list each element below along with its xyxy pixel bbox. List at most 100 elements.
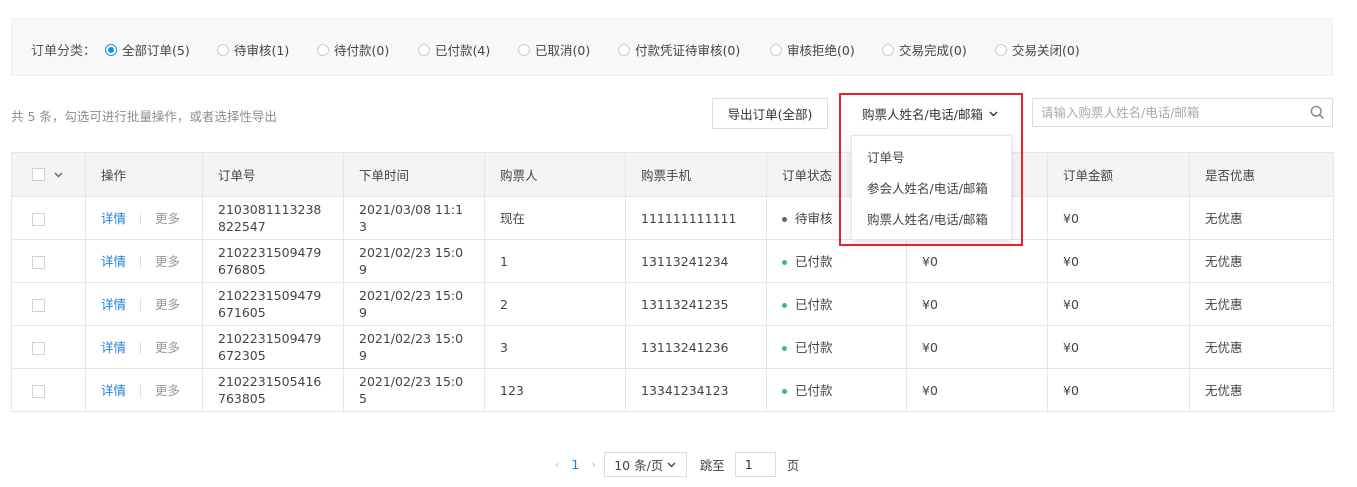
table-row: 详情 更多 2102231509479671605 2021/02/23 15:09 2… [11, 282, 1334, 326]
order-no-cell: 2103081113238822547 [202, 196, 344, 240]
buyer-phone: 111111111111 [641, 210, 737, 226]
filter-radio-label: 交易关闭(0) [1012, 43, 1080, 58]
buyer-phone: 13113241235 [641, 296, 729, 312]
order-no-cell: 2102231509479676805 [202, 239, 344, 283]
order-filter-bar: 订单分类： 全部订单(5) 待审核(1) 待付款(0) 已付款(4) 已取消(0… [11, 18, 1333, 76]
filter-radio-label: 已取消(0) [535, 43, 591, 58]
radio-circle-icon [217, 43, 229, 56]
detail-link[interactable]: 详情 [101, 297, 126, 312]
row-select-cell [11, 196, 86, 240]
select-all-checkbox[interactable] [32, 168, 45, 181]
amount-cell: ¥0 [1047, 368, 1190, 412]
row-actions-cell: 详情 更多 [85, 368, 203, 412]
filter-radio-completed[interactable]: 交易完成(0) [882, 40, 967, 59]
more-link[interactable]: 更多 [155, 297, 180, 312]
dropdown-option-buyer[interactable]: 购票人姓名/电话/邮箱 [852, 206, 1011, 237]
column-header-order-amount: 订单金额 [1047, 152, 1190, 197]
detail-link[interactable]: 详情 [101, 340, 126, 355]
row-checkbox[interactable] [32, 298, 45, 312]
row-checkbox[interactable] [32, 341, 45, 355]
page-unit-label: 页 [786, 458, 800, 473]
order-status: 已付款 [795, 296, 833, 312]
jump-page-input[interactable] [734, 452, 776, 477]
discount-cell: 无优惠 [1189, 325, 1334, 369]
next-page-button[interactable]: › [591, 458, 595, 471]
order-no-cell: 2102231509479672305 [202, 325, 344, 369]
buyer-cell: 1 [484, 239, 626, 283]
row-actions-cell: 详情 更多 [85, 239, 203, 283]
order-time: 2021/02/23 15:05 [359, 374, 464, 406]
order-status: 待审核 [795, 210, 833, 226]
filter-radio-cancelled[interactable]: 已取消(0) [518, 40, 590, 59]
filter-radio-all[interactable]: 全部订单(5) [105, 40, 190, 59]
filter-radio-pending-payment[interactable]: 待付款(0) [317, 40, 389, 59]
filter-radio-voucher-review[interactable]: 付款凭证待审核(0) [618, 40, 740, 59]
orders-table: 操作 订单号 下单时间 购票人 购票手机 订单状态 订单金额 是否优惠 详情 更多… [11, 152, 1334, 412]
filter-radio-closed[interactable]: 交易关闭(0) [995, 40, 1080, 59]
table-row: 详情 更多 2102231505416763805 2021/02/23 15:05 1… [11, 368, 1334, 412]
order-time: 2021/02/23 15:09 [359, 331, 464, 363]
search-icon[interactable] [1302, 105, 1332, 120]
search-field-select[interactable]: 购票人姓名/电话/邮箱 [842, 98, 1018, 129]
row-actions-cell: 详情 更多 [85, 282, 203, 326]
phone-cell: 13113241236 [625, 325, 767, 369]
buyer-name: 现在 [500, 210, 526, 226]
discount-cell: 无优惠 [1189, 196, 1334, 240]
export-orders-button[interactable]: 导出订单(全部) [712, 98, 828, 129]
filter-radio-rejected[interactable]: 审核拒绝(0) [770, 40, 855, 59]
more-link[interactable]: 更多 [155, 254, 180, 269]
radio-circle-icon [618, 43, 630, 56]
prev-page-button[interactable]: ‹ [555, 458, 559, 471]
filter-radio-paid[interactable]: 已付款(4) [418, 40, 490, 59]
status-cell: 已付款 [766, 282, 907, 326]
dropdown-option-attendee[interactable]: 参会人姓名/电话/邮箱 [852, 175, 1011, 206]
order-amount: ¥0 [1063, 382, 1079, 398]
order-time-cell: 2021/02/23 15:09 [343, 239, 485, 283]
more-link[interactable]: 更多 [155, 383, 180, 398]
filter-radio-label: 待审核(1) [234, 43, 290, 58]
discount-status: 无优惠 [1205, 296, 1243, 312]
filter-label: 订单分类： [31, 44, 97, 59]
discount-status: 无优惠 [1205, 339, 1243, 355]
search-box [1032, 98, 1333, 127]
buyer-name: 1 [500, 253, 508, 269]
dropdown-option-order-no[interactable]: 订单号 [852, 144, 1011, 175]
buyer-phone: 13113241234 [641, 253, 729, 269]
table-header-row: 操作 订单号 下单时间 购票人 购票手机 订单状态 订单金额 是否优惠 [11, 152, 1334, 197]
discount-cell: 无优惠 [1189, 239, 1334, 283]
table-row: 详情 更多 2103081113238822547 2021/03/08 11:13 现… [11, 196, 1334, 240]
pagination: ‹ 1 › 10 条/页 跳至 页 [555, 452, 799, 477]
buyer-cell: 3 [484, 325, 626, 369]
filter-radio-label: 交易完成(0) [899, 43, 967, 58]
page-number-current[interactable]: 1 [571, 457, 579, 472]
radio-circle-icon [882, 43, 894, 56]
paid-amount: ¥0 [922, 253, 938, 269]
more-link[interactable]: 更多 [155, 340, 180, 355]
more-link[interactable]: 更多 [155, 211, 180, 226]
result-summary: 共 5 条，勾选可进行批量操作，或者选择性导出 [11, 109, 277, 124]
search-input[interactable] [1033, 99, 1302, 126]
order-no: 2102231509479672305 [218, 331, 322, 363]
paid-amount: ¥0 [922, 296, 938, 312]
row-checkbox[interactable] [32, 255, 45, 269]
jump-label: 跳至 [699, 458, 725, 473]
radio-circle-icon [105, 43, 117, 56]
amount-cell: ¥0 [1047, 239, 1190, 283]
filter-radio-label: 审核拒绝(0) [787, 43, 855, 58]
order-no-cell: 2102231505416763805 [202, 368, 344, 412]
order-time: 2021/02/23 15:09 [359, 245, 464, 277]
row-checkbox[interactable] [32, 384, 45, 398]
discount-status: 无优惠 [1205, 253, 1243, 269]
status-dot-icon [782, 259, 787, 265]
filter-radio-pending-review[interactable]: 待审核(1) [217, 40, 289, 59]
page-size-select[interactable]: 10 条/页 [603, 452, 687, 477]
buyer-cell: 2 [484, 282, 626, 326]
chevron-down-icon[interactable] [54, 172, 63, 178]
order-status: 已付款 [795, 253, 833, 269]
detail-link[interactable]: 详情 [101, 211, 126, 226]
order-amount: ¥0 [1063, 296, 1079, 312]
detail-link[interactable]: 详情 [101, 383, 126, 398]
row-checkbox[interactable] [32, 212, 45, 226]
filter-radio-label: 付款凭证待审核(0) [635, 43, 741, 58]
detail-link[interactable]: 详情 [101, 254, 126, 269]
